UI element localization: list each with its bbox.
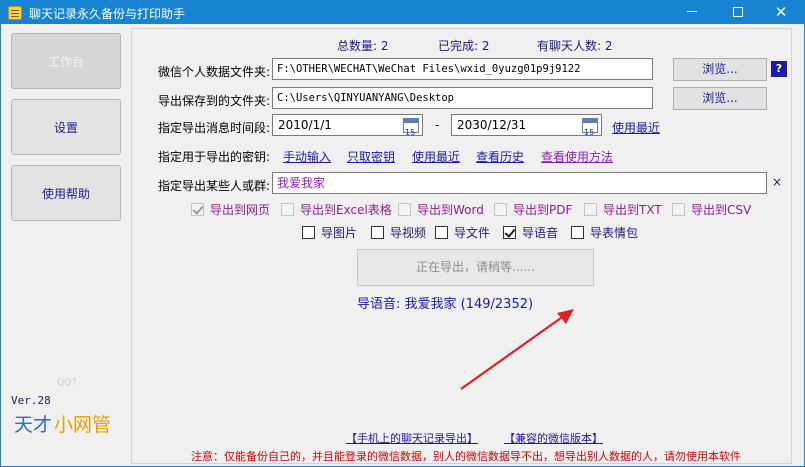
end-date-value: 2030/12/31	[457, 118, 527, 132]
checkbox-box[interactable]	[584, 203, 597, 216]
checkbox-label: 导语音	[522, 226, 559, 240]
minimize-button[interactable]	[669, 1, 715, 24]
export-stickers-checkbox[interactable]: 导表情包	[571, 224, 638, 241]
export-csv-checkbox[interactable]: 导出到CSV	[672, 201, 751, 218]
browse-output-folder-button[interactable]: 浏览...	[673, 87, 767, 110]
compatible-version-link[interactable]: 【兼容的微信版本】	[504, 430, 603, 446]
checkbox-label: 导出到TXT	[603, 203, 662, 217]
recipient-label: 指定导出某些人或群:	[158, 179, 271, 193]
clear-recipient-button[interactable]: ×	[772, 175, 782, 189]
checkbox-box[interactable]	[503, 226, 516, 239]
checkbox-box[interactable]	[281, 203, 294, 216]
brand-logo: 天才 小网管	[14, 414, 111, 436]
start-export-button[interactable]: 正在导出，请稍等......	[357, 249, 594, 286]
use-recent-time-link[interactable]: 使用最近	[612, 119, 660, 136]
logo-text-1: 天才	[14, 414, 52, 436]
maximize-button[interactable]	[715, 1, 761, 24]
checkbox-box[interactable]	[191, 203, 204, 216]
export-images-checkbox[interactable]: 导图片	[302, 224, 357, 241]
export-videos-checkbox[interactable]: 导视频	[371, 224, 426, 241]
end-date-picker[interactable]: 2030/12/31 15	[451, 114, 602, 137]
export-word-checkbox[interactable]: 导出到Word	[398, 201, 484, 218]
done-count: 已完成: 2	[438, 39, 490, 53]
data-folder-input[interactable]: F:\OTHER\WECHAT\WeChat Files\wxid_0yuzg0…	[272, 58, 653, 80]
checkbox-box[interactable]	[398, 203, 411, 216]
checkbox-label: 导出到Excel表格	[300, 203, 392, 217]
export-web-checkbox[interactable]: 导出到网页	[191, 201, 270, 218]
version-label: Ver.28	[11, 394, 51, 407]
recent-key-link[interactable]: 使用最近	[412, 148, 460, 165]
calendar-day: 15	[405, 128, 416, 137]
data-folder-label: 微信个人数据文件夹:	[158, 65, 271, 79]
mobile-export-link[interactable]: 【手机上的聊天记录导出】	[346, 430, 478, 446]
date-separator: -	[435, 118, 440, 132]
key-howto-link[interactable]: 查看使用方法	[541, 148, 613, 165]
window-title: 聊天记录永久备份与打印助手	[29, 7, 186, 21]
export-voice-checkbox[interactable]: 导语音	[503, 224, 558, 241]
settings-button[interactable]: 设置	[11, 99, 121, 155]
calendar-icon[interactable]: 15	[582, 118, 598, 137]
export-txt-checkbox[interactable]: 导出到TXT	[584, 201, 662, 218]
checkbox-label: 导表情包	[590, 226, 639, 240]
app-window: 聊天记录永久备份与打印助手 ✕ 工作台 设置 使用帮助 QQ7 Ver.28 天…	[0, 0, 805, 467]
export-excel-checkbox[interactable]: 导出到Excel表格	[281, 201, 392, 218]
output-folder-label: 导出保存到的文件夹:	[158, 94, 271, 108]
manual-key-link[interactable]: 手动输入	[283, 148, 331, 165]
total-count: 总数量: 2	[337, 39, 389, 53]
export-progress-text: 导语音: 我爱我家 (149/2352)	[357, 297, 534, 312]
maximize-icon	[733, 6, 743, 17]
app-notebook-icon	[8, 6, 22, 20]
minimize-icon	[687, 11, 697, 12]
browse-data-folder-button[interactable]: 浏览...	[673, 58, 767, 81]
checkbox-box[interactable]	[435, 226, 448, 239]
export-files-checkbox[interactable]: 导文件	[435, 224, 490, 241]
key-history-link[interactable]: 查看历史	[476, 148, 524, 165]
checkbox-label: 导视频	[390, 226, 427, 240]
close-button[interactable]: ✕	[758, 1, 804, 24]
recipient-input[interactable]: 我爱我家	[272, 172, 767, 194]
checkbox-box[interactable]	[672, 203, 685, 216]
checkbox-label: 导出到网页	[210, 203, 271, 217]
checkbox-label: 导文件	[454, 226, 491, 240]
checkbox-box[interactable]	[494, 203, 507, 216]
checkbox-box[interactable]	[302, 226, 315, 239]
workbench-button[interactable]: 工作台	[11, 33, 121, 89]
checkbox-label: 导出到PDF	[513, 203, 573, 217]
checkbox-box[interactable]	[571, 226, 584, 239]
time-range-label: 指定导出消息时间段:	[158, 121, 271, 135]
help-button[interactable]: 使用帮助	[11, 165, 121, 221]
title-bar[interactable]: 聊天记录永久备份与打印助手 ✕	[1, 1, 804, 24]
checkbox-label: 导图片	[321, 226, 358, 240]
export-pdf-checkbox[interactable]: 导出到PDF	[494, 201, 572, 218]
key-label: 指定用于导出的密钥:	[158, 150, 271, 164]
start-date-value: 2010/1/1	[278, 118, 332, 132]
close-icon: ✕	[774, 3, 788, 21]
fetch-key-link[interactable]: 只取密钥	[347, 148, 395, 165]
checkbox-label: 导出到CSV	[691, 203, 752, 217]
calendar-icon[interactable]: 15	[403, 118, 419, 137]
logo-text-2: 小网管	[54, 414, 111, 436]
checkbox-label: 导出到Word	[417, 203, 484, 217]
notice-text: 注意：仅能备份自己的，并且能登录的微信数据，别人的微信数据导不出，想导出别人数据…	[191, 450, 741, 463]
output-folder-input[interactable]: C:\Users\QINYUANYANG\Desktop	[272, 87, 653, 109]
calendar-day: 15	[584, 128, 595, 137]
checkbox-box[interactable]	[371, 226, 384, 239]
start-date-picker[interactable]: 2010/1/1 15	[272, 114, 423, 137]
qq-watermark: QQ7	[57, 378, 77, 388]
friend-count: 有聊天人数: 2	[537, 39, 613, 53]
help-question-button[interactable]: ?	[771, 61, 787, 77]
